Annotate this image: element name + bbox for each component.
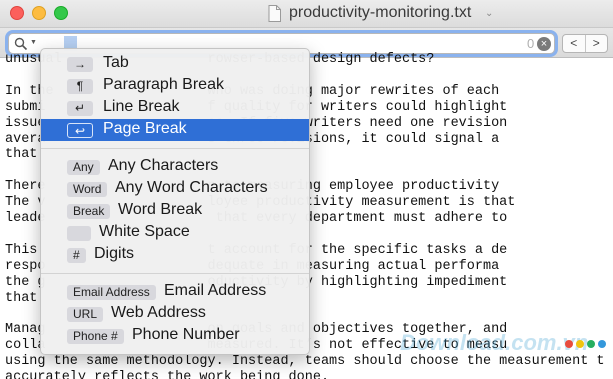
clear-search-button[interactable]: × bbox=[537, 37, 551, 51]
menu-label-any-characters: Any Characters bbox=[108, 157, 219, 174]
menu-token-paragraph-break: ¶ bbox=[67, 79, 93, 94]
watermark: Download.com.vn bbox=[400, 330, 589, 355]
zoom-window-button[interactable] bbox=[54, 6, 68, 20]
insert-pattern-menu: → Tab ¶ Paragraph Break ↵ Line Break ↩ Page Bre… bbox=[40, 48, 310, 355]
next-match-button[interactable]: > bbox=[584, 35, 608, 52]
menu-item-word-break[interactable]: Break Word Break bbox=[41, 200, 309, 222]
menu-token-any-word-characters: Word bbox=[67, 182, 108, 197]
match-count: 0 bbox=[527, 36, 535, 51]
text-document-icon bbox=[268, 5, 281, 22]
search-options-chevron-icon[interactable]: ▼ bbox=[30, 39, 37, 46]
menu-label-page-break: Page Break bbox=[103, 120, 187, 137]
menu-label-white-space: White Space bbox=[99, 223, 190, 240]
menu-item-page-break[interactable]: ↩ Page Break bbox=[41, 119, 309, 141]
menu-label-tab: Tab bbox=[103, 54, 129, 71]
document-line: accurately reflects the work being done. bbox=[5, 370, 330, 379]
menu-item-web-address[interactable]: URL Web Address bbox=[41, 303, 309, 325]
menu-item-line-break[interactable]: ↵ Line Break bbox=[41, 97, 309, 119]
menu-token-line-break: ↵ bbox=[67, 101, 93, 116]
close-window-button[interactable] bbox=[10, 6, 24, 20]
menu-token-email-address: Email Address bbox=[67, 285, 156, 300]
menu-separator bbox=[41, 148, 309, 149]
menu-item-paragraph-break[interactable]: ¶ Paragraph Break bbox=[41, 75, 309, 97]
minimize-window-button[interactable] bbox=[32, 6, 46, 20]
document-line: using the same methodology. Instead, tea… bbox=[5, 354, 605, 370]
magnifier-icon[interactable] bbox=[14, 37, 28, 51]
menu-item-tab[interactable]: → Tab bbox=[41, 53, 309, 75]
menu-label-paragraph-break: Paragraph Break bbox=[103, 76, 224, 93]
menu-token-tab: → bbox=[67, 57, 93, 72]
menu-token-web-address: URL bbox=[67, 307, 104, 322]
menu-token-word-break: Break bbox=[67, 204, 111, 219]
menu-label-word-break: Word Break bbox=[118, 201, 203, 218]
menu-token-digits: # bbox=[67, 248, 86, 263]
menu-item-any-characters[interactable]: Any Any Characters bbox=[41, 156, 309, 178]
title-bar: productivity-monitoring.txt ⌄ bbox=[0, 0, 613, 28]
menu-token-white-space bbox=[67, 226, 91, 241]
menu-label-line-break: Line Break bbox=[103, 98, 180, 115]
menu-item-white-space[interactable]: White Space bbox=[41, 222, 309, 244]
menu-label-any-word-characters: Any Word Characters bbox=[115, 179, 268, 196]
menu-item-any-word-characters[interactable]: Word Any Word Characters bbox=[41, 178, 309, 200]
menu-token-page-break: ↩ bbox=[67, 123, 93, 138]
menu-item-digits[interactable]: # Digits bbox=[41, 244, 309, 266]
menu-label-digits: Digits bbox=[94, 245, 135, 262]
menu-token-any-characters: Any bbox=[67, 160, 100, 175]
menu-label-email-address: Email Address bbox=[164, 282, 267, 299]
previous-match-button[interactable]: < bbox=[563, 35, 585, 52]
window-title: productivity-monitoring.txt bbox=[289, 4, 472, 21]
find-navigation: < > bbox=[562, 34, 608, 53]
menu-item-phone-number[interactable]: Phone # Phone Number bbox=[41, 325, 309, 347]
menu-label-web-address: Web Address bbox=[111, 304, 206, 321]
menu-item-email-address[interactable]: Email Address Email Address bbox=[41, 281, 309, 303]
watermark-dots bbox=[565, 340, 606, 348]
menu-label-phone-number: Phone Number bbox=[132, 326, 240, 343]
menu-separator bbox=[41, 273, 309, 274]
menu-token-phone-number: Phone # bbox=[67, 329, 124, 344]
chevron-down-icon[interactable]: ⌄ bbox=[485, 8, 493, 19]
